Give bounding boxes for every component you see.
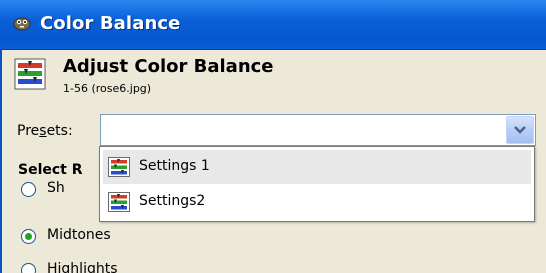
radio-midtones[interactable] bbox=[21, 229, 36, 244]
dropdown-item-settings-2[interactable]: Settings2 bbox=[103, 185, 531, 219]
presets-dropdown-button[interactable] bbox=[506, 116, 534, 144]
radio-shadows[interactable] bbox=[21, 182, 36, 197]
color-balance-icon bbox=[108, 157, 130, 177]
image-name: 1-56 (rose6.jpg) bbox=[63, 82, 152, 95]
window-title: Color Balance bbox=[40, 13, 181, 34]
dropdown-item-label: Settings2 bbox=[139, 193, 206, 209]
dropdown-item-label: Settings 1 bbox=[139, 158, 210, 174]
presets-label: Presets: bbox=[17, 123, 73, 139]
presets-dropdown-list: Settings 1 Settings2 bbox=[99, 146, 535, 222]
dropdown-item-settings-1[interactable]: Settings 1 bbox=[103, 150, 531, 184]
radio-highlights-label[interactable]: Highlights bbox=[47, 261, 118, 273]
radio-midtones-label[interactable]: Midtones bbox=[47, 227, 111, 243]
presets-combobox[interactable] bbox=[100, 114, 536, 146]
dialog-heading: Adjust Color Balance bbox=[63, 56, 274, 77]
window-border bbox=[0, 50, 2, 273]
color-balance-icon bbox=[14, 58, 46, 90]
window-titlebar[interactable]: Color Balance bbox=[0, 0, 546, 50]
gimp-icon bbox=[13, 17, 31, 31]
select-range-heading: Select R bbox=[18, 162, 83, 178]
radio-shadows-label[interactable]: Sh bbox=[47, 180, 65, 196]
color-balance-icon bbox=[108, 192, 130, 212]
chevron-down-icon bbox=[514, 126, 526, 134]
radio-highlights[interactable] bbox=[21, 263, 36, 273]
